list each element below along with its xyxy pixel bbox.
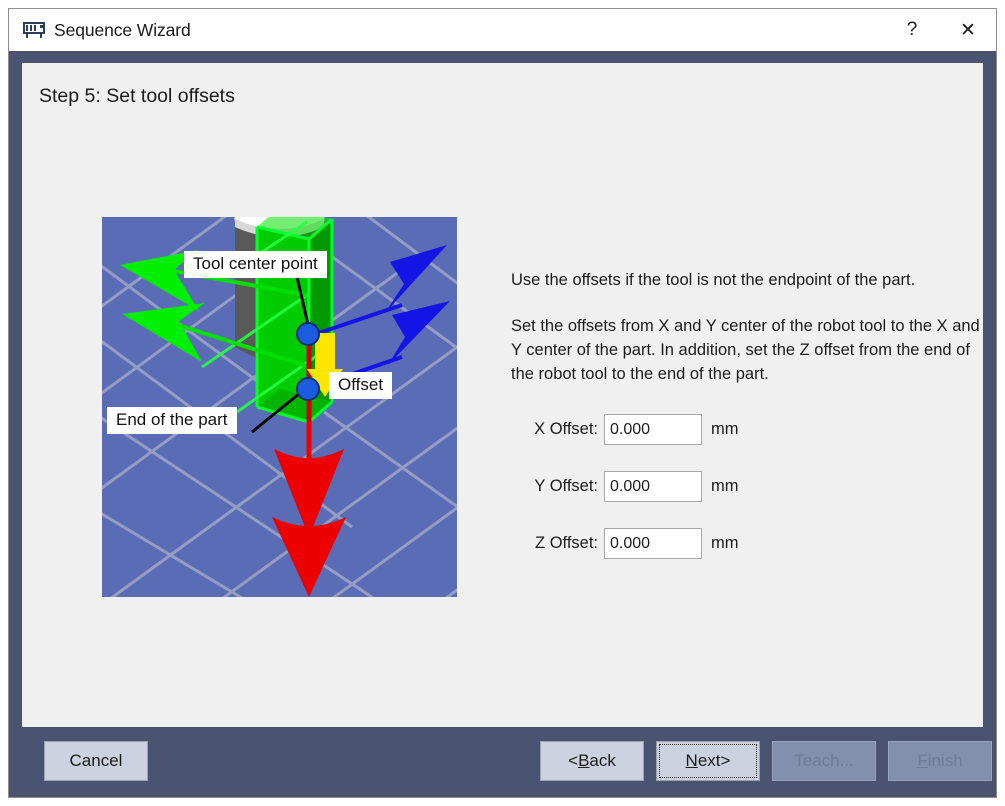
- cancel-button-label: Cancel: [69, 751, 123, 770]
- label-end-of-the-part: End of the part: [107, 407, 237, 434]
- sequence-wizard-dialog: Sequence Wizard ? ✕ Step 5: Set tool off…: [8, 8, 997, 798]
- next-button-suffix: >: [720, 751, 731, 770]
- finish-button-rest: inish: [927, 751, 963, 770]
- help-icon[interactable]: ?: [884, 9, 940, 51]
- page-title: Step 5: Set tool offsets: [39, 85, 235, 107]
- y-offset-row: Y Offset: mm: [511, 471, 981, 503]
- screenshot-root: Sequence Wizard ? ✕ Step 5: Set tool off…: [0, 0, 1005, 806]
- tool-center-point-marker: [296, 322, 320, 346]
- z-offset-label: Z Offset:: [535, 534, 598, 553]
- y-offset-unit: mm: [711, 477, 739, 496]
- window-controls: ? ✕: [884, 9, 996, 51]
- next-button[interactable]: Next >: [656, 741, 760, 781]
- instruction-paragraph-2: Set the offsets from X and Y center of t…: [511, 317, 980, 384]
- next-button-accelerator: N: [685, 751, 698, 770]
- finish-button-accelerator: F: [917, 751, 928, 770]
- instruction-paragraph-1: Use the offsets if the tool is not the e…: [511, 271, 916, 289]
- x-offset-input[interactable]: [604, 414, 702, 446]
- title-bar: Sequence Wizard ? ✕: [9, 9, 996, 51]
- z-offset-unit: mm: [711, 534, 739, 553]
- z-offset-input[interactable]: [604, 528, 702, 560]
- back-button-accelerator: B: [578, 751, 590, 770]
- back-button[interactable]: < Back: [540, 741, 644, 781]
- teach-button-label: Teach...: [794, 751, 854, 770]
- cancel-button[interactable]: Cancel: [44, 741, 148, 781]
- instructions-panel: Use the offsets if the tool is not the e…: [511, 268, 981, 585]
- label-tool-center-point: Tool center point: [184, 251, 327, 278]
- back-button-prefix: <: [568, 751, 579, 770]
- window-title: Sequence Wizard: [54, 19, 191, 40]
- y-offset-label: Y Offset:: [534, 477, 598, 496]
- label-offset: Offset: [329, 372, 393, 399]
- z-offset-row: Z Offset: mm: [511, 528, 981, 560]
- dialog-body: Step 5: Set tool offsets Tool center poi…: [9, 51, 996, 797]
- finish-button: Finish: [888, 741, 992, 781]
- offset-fields: X Offset: mm Y Offset: mm Z Offset:: [511, 414, 981, 560]
- robot-tool-offset-3d-view: Tool center point Offset End of the part: [102, 217, 457, 597]
- x-offset-row: X Offset: mm: [511, 414, 981, 446]
- x-offset-label: X Offset:: [534, 420, 598, 439]
- next-button-rest: ext: [697, 751, 721, 770]
- content-panel: Step 5: Set tool offsets Tool center poi…: [22, 63, 983, 727]
- x-offset-unit: mm: [711, 420, 739, 439]
- y-offset-input[interactable]: [604, 471, 702, 503]
- footer-button-bar: Cancel < Back Next > Teach... Finish: [22, 727, 992, 797]
- close-icon[interactable]: ✕: [940, 9, 996, 51]
- controller-icon: [23, 22, 45, 38]
- back-button-rest: ack: [589, 751, 616, 770]
- end-of-part-marker: [296, 377, 320, 401]
- teach-button: Teach...: [772, 741, 876, 781]
